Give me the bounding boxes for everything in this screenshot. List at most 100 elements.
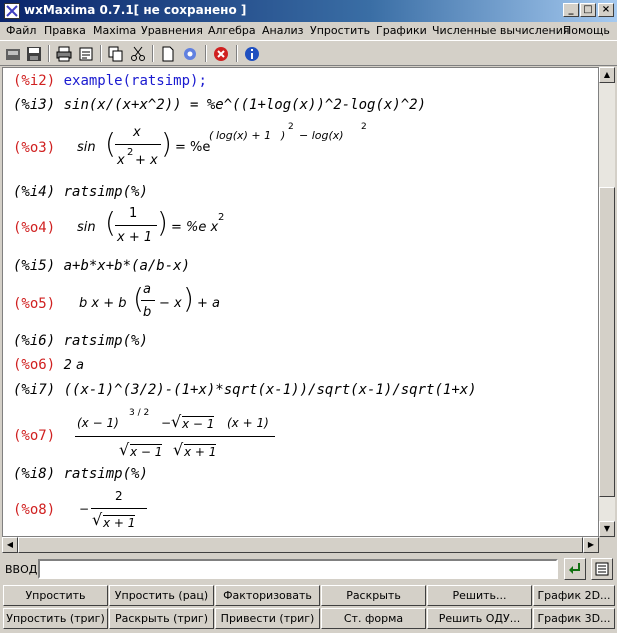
scroll-left-arrow-icon[interactable]: ◀ <box>2 537 18 553</box>
rectform-button[interactable]: Ст. форма <box>321 608 426 629</box>
menu-simplify[interactable]: Упростить <box>310 24 370 37</box>
input-code: ratsimp(%) <box>63 466 148 482</box>
output-cell-o7: (x − 1) 3 / 2 − √ x − 1 (x + 1) √ x − 1 … <box>75 406 295 462</box>
output-cell-o3: sin ( x x 2 + x ) = %e ( log(x) + 1 ) 2 … <box>75 122 395 183</box>
exponent: − log(x) <box>299 129 344 142</box>
fraction-numerator: − <box>161 416 172 430</box>
result-text: + a <box>197 296 220 311</box>
paren-left: ( <box>105 206 116 239</box>
scroll-down-arrow-icon[interactable]: ▼ <box>599 521 615 537</box>
open-icon[interactable] <box>3 44 23 64</box>
scroll-thumb[interactable] <box>599 187 615 497</box>
app-icon <box>4 3 20 19</box>
scroll-right-arrow-icon[interactable]: ▶ <box>583 537 599 553</box>
fraction-numerator: x <box>133 125 141 140</box>
equals-text: = %e <box>175 140 211 155</box>
exponent: 2 <box>127 147 134 158</box>
menu-equations[interactable]: Уравнения <box>141 24 203 37</box>
scroll-thumb[interactable] <box>18 537 583 553</box>
settings-icon[interactable] <box>180 44 200 64</box>
menu-calculus[interactable]: Анализ <box>262 24 304 37</box>
menu-numeric[interactable]: Численные вычисления <box>432 24 570 37</box>
sin-text: sin <box>77 140 96 155</box>
menu-maxima[interactable]: Maxima <box>93 24 136 37</box>
expand-button[interactable]: Раскрыть <box>321 585 426 606</box>
fraction-denominator: x + 1 <box>103 515 136 530</box>
input-label: (%i2) <box>13 73 56 89</box>
fraction-denominator: x + 1 <box>117 230 153 245</box>
maximize-button[interactable]: □ <box>580 3 596 17</box>
input-cell-i4[interactable]: (%i4) ratsimp(%) <box>13 184 148 200</box>
menu-help[interactable]: Помощь <box>563 24 610 37</box>
plot3d-button[interactable]: График 3D... <box>533 608 615 629</box>
output-label: (%o4) <box>13 220 56 236</box>
menu-plot[interactable]: Графики <box>376 24 427 37</box>
input-cell-i5[interactable]: (%i5) a+b*x+b*(a/b-x) <box>13 258 190 274</box>
result-text: 2 a <box>63 358 84 373</box>
fraction-numerator: a <box>143 282 151 297</box>
input-code: example(ratsimp); <box>63 73 207 89</box>
history-list-icon[interactable] <box>591 558 613 580</box>
fraction-numerator: 1 <box>129 206 138 221</box>
input-row: ВВОД: <box>0 556 617 582</box>
fraction-bar <box>115 225 157 226</box>
fraction-bar <box>141 300 155 301</box>
sqrt-icon: √ <box>119 440 130 459</box>
sqrt-icon: √ <box>171 412 182 431</box>
simplify-rational-button[interactable]: Упростить (рац) <box>109 585 214 606</box>
fraction-denominator: x <box>117 153 125 168</box>
horizontal-scrollbar[interactable]: ◀ ▶ <box>2 537 599 553</box>
solve-button[interactable]: Решить... <box>427 585 532 606</box>
config-icon[interactable] <box>76 44 96 64</box>
sin-text: sin <box>77 220 96 235</box>
toolbar-separator <box>205 45 207 62</box>
simplify-button[interactable]: Упростить <box>3 585 108 606</box>
trigsimp-button[interactable]: Упростить (триг) <box>3 608 108 629</box>
output-label: (%o6) <box>13 357 56 373</box>
solve-ode-button[interactable]: Решить ОДУ... <box>427 608 532 629</box>
exponent: ( <box>209 129 214 142</box>
menu-algebra[interactable]: Алгебра <box>208 24 256 37</box>
sqrt-icon: √ <box>173 440 184 459</box>
close-button[interactable]: × <box>598 3 614 17</box>
input-cell-i8[interactable]: (%i8) ratsimp(%) <box>13 466 148 482</box>
output-label: (%o3) <box>13 140 56 156</box>
input-label: (%i3) <box>13 97 56 113</box>
scroll-up-arrow-icon[interactable]: ▲ <box>599 67 615 83</box>
vertical-scrollbar[interactable]: ▲ ▼ <box>599 67 615 537</box>
fraction-denominator: + x <box>135 153 158 168</box>
stop-icon[interactable] <box>211 44 231 64</box>
input-code: a+b*x+b*(a/b-x) <box>63 258 191 274</box>
trigexpand-button[interactable]: Раскрыть (триг) <box>109 608 214 629</box>
fraction-denominator: b <box>143 305 152 320</box>
input-cell-i6[interactable]: (%i6) ratsimp(%) <box>13 333 148 349</box>
save-icon[interactable] <box>24 44 44 64</box>
plot2d-button[interactable]: График 2D... <box>533 585 615 606</box>
worksheet[interactable]: (%i2) example(ratsimp); (%i3) sin(x/(x+x… <box>2 67 599 537</box>
input-cell-i3[interactable]: (%i3) sin(x/(x+x^2)) = %e^((1+log(x))^2-… <box>13 97 426 113</box>
menu-file[interactable]: Файл <box>6 24 36 37</box>
new-icon[interactable] <box>158 44 178 64</box>
print-icon[interactable] <box>54 44 74 64</box>
minimize-button[interactable]: _ <box>563 3 579 17</box>
input-cell-i2[interactable]: (%i2) example(ratsimp); <box>13 73 207 89</box>
input-cell-i7[interactable]: (%i7) ((x-1)^(3/2)-(1+x)*sqrt(x-1))/sqrt… <box>13 382 477 398</box>
input-field[interactable] <box>38 559 558 579</box>
fraction-numerator: 2 <box>115 489 123 503</box>
trigreduce-button[interactable]: Привести (триг) <box>215 608 320 629</box>
paren-right: ) <box>183 282 194 315</box>
factor-button[interactable]: Факторизовать <box>215 585 320 606</box>
fraction-denominator: x + 1 <box>184 444 217 459</box>
info-icon[interactable] <box>242 44 262 64</box>
input-field-label: ВВОД: <box>5 563 42 576</box>
output-cell-o8: − 2 √ x + 1 <box>77 488 197 536</box>
enter-button[interactable] <box>564 558 586 580</box>
toolbar-separator <box>48 45 50 62</box>
cut-icon[interactable] <box>128 44 148 64</box>
fraction-bar <box>75 436 275 437</box>
output-cell-o6: (%o6) 2 a <box>13 357 84 373</box>
fraction-numerator: (x + 1) <box>227 416 269 430</box>
menu-edit[interactable]: Правка <box>44 24 86 37</box>
window-title: wxMaxima 0.7.1[ не сохранено ] <box>24 3 247 17</box>
copy-icon[interactable] <box>106 44 126 64</box>
